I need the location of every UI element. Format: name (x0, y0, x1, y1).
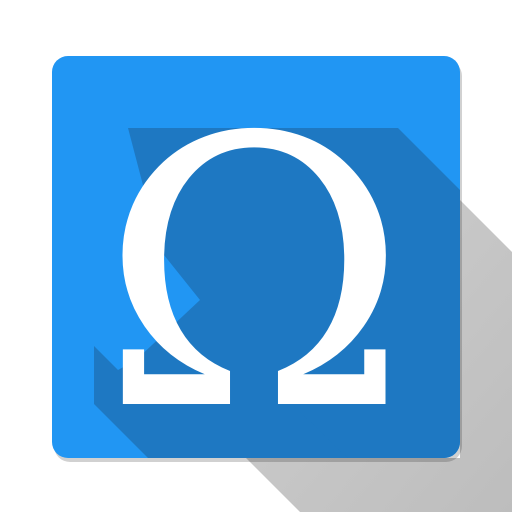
app-icon: Ω (0, 0, 512, 512)
app-icon-artwork: Ω (52, 56, 512, 512)
omega-icon: Ω (100, 59, 408, 492)
